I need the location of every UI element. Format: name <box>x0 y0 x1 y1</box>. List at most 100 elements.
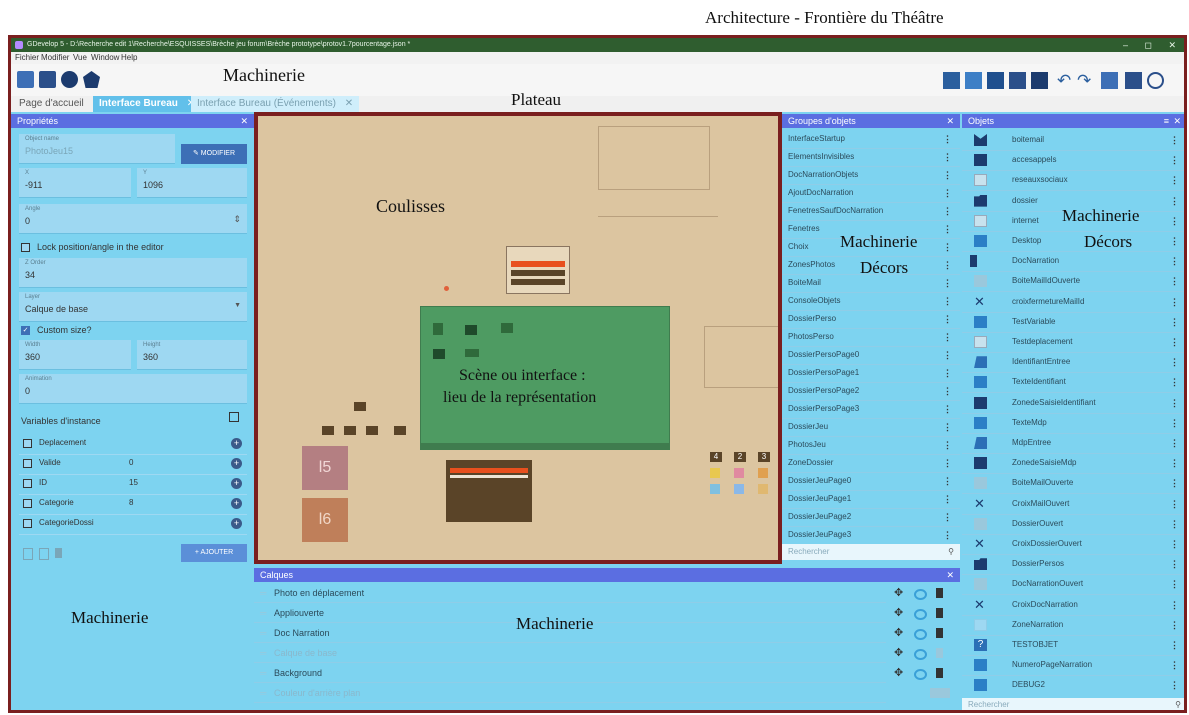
add-child-icon[interactable]: + <box>231 458 242 469</box>
tab-page-accueil[interactable]: Page d'accueil <box>13 96 90 112</box>
scene-list-icon[interactable] <box>39 71 56 88</box>
variable-checkbox[interactable] <box>23 479 32 488</box>
more-options-icon[interactable]: ⋮ <box>1170 393 1179 413</box>
more-options-icon[interactable]: ⋮ <box>1170 473 1179 493</box>
object-list-item[interactable]: TestVariable ⋮ <box>962 312 1184 333</box>
more-options-icon[interactable]: ⋮ <box>943 292 952 310</box>
more-options-icon[interactable]: ⋮ <box>943 328 952 346</box>
group-list-item[interactable]: ZoneDossier ⋮ <box>782 454 960 473</box>
search-icon[interactable]: ⚲ <box>948 544 954 560</box>
object-list-item[interactable]: TexteMdp ⋮ <box>962 413 1184 434</box>
drag-handle-icon[interactable]: ═ <box>260 664 266 682</box>
add-child-icon[interactable]: + <box>231 498 242 509</box>
more-options-icon[interactable]: ⋮ <box>943 346 952 364</box>
more-options-icon[interactable]: ⋮ <box>943 526 952 544</box>
group-list-item[interactable]: ElementsInvisibles ⋮ <box>782 148 960 167</box>
more-options-icon[interactable]: ⋮ <box>943 256 952 274</box>
close-window-button[interactable]: ✕ <box>1168 38 1176 52</box>
object-list-item[interactable]: MdpEntree ⋮ <box>962 433 1184 454</box>
more-options-icon[interactable]: ⋮ <box>1170 635 1179 655</box>
minimize-button[interactable]: – <box>1123 38 1128 52</box>
group-list-item[interactable]: DossierJeuPage2 ⋮ <box>782 508 960 527</box>
more-options-icon[interactable]: ⋮ <box>943 436 952 454</box>
group-list-item[interactable]: ConsoleObjets ⋮ <box>782 292 960 311</box>
more-options-icon[interactable]: ⋮ <box>1170 514 1179 534</box>
group-list-item[interactable]: PhotosJeu ⋮ <box>782 436 960 455</box>
paste-icon[interactable] <box>39 548 49 560</box>
close-tab-icon[interactable]: ✕ <box>345 98 353 109</box>
more-options-icon[interactable]: ⋮ <box>943 220 952 238</box>
object-list-item[interactable]: boitemail ⋮ <box>962 130 1184 151</box>
layer-row[interactable]: ═ Calque de base ✥ <box>254 644 943 663</box>
more-options-icon[interactable]: ⋮ <box>943 274 952 292</box>
more-options-icon[interactable]: ⋮ <box>1170 251 1179 271</box>
more-options-icon[interactable]: ⋮ <box>943 184 952 202</box>
more-options-icon[interactable]: ⋮ <box>1170 494 1179 514</box>
object-list-item[interactable]: BoiteMailOuverte ⋮ <box>962 473 1184 495</box>
more-options-icon[interactable]: ⋮ <box>1170 231 1179 251</box>
lock-checkbox[interactable] <box>21 243 30 252</box>
more-options-icon[interactable]: ⋮ <box>1170 292 1179 312</box>
move-icon[interactable]: ✥ <box>894 584 903 602</box>
object-list-item[interactable]: TexteIdentifiant ⋮ <box>962 372 1184 394</box>
layer-row[interactable]: ═ Couleur d'arrière plan <box>254 684 950 703</box>
add-instance-icon[interactable] <box>943 72 960 89</box>
zoom-icon[interactable] <box>1147 72 1164 89</box>
object-list-item[interactable]: DocNarrationOuvert ⋮ <box>962 574 1184 596</box>
stepper-icon[interactable]: ⇕ <box>233 214 241 225</box>
groups-search[interactable]: Rechercher ⚲ <box>782 544 960 560</box>
zorder-field[interactable]: Z Order 34 <box>19 258 247 288</box>
object-list-item[interactable]: ? TESTOBJET ⋮ <box>962 635 1184 656</box>
group-list-item[interactable]: DossierPersoPage2 ⋮ <box>782 382 960 401</box>
visibility-eye-icon[interactable] <box>914 629 927 640</box>
menu-help[interactable]: Help <box>121 52 137 64</box>
more-options-icon[interactable]: ⋮ <box>943 238 952 256</box>
more-options-icon[interactable]: ⋮ <box>1170 271 1179 291</box>
custom-size-checkbox[interactable]: ✓ <box>21 326 30 335</box>
more-options-icon[interactable]: ⋮ <box>943 148 952 166</box>
object-list-item[interactable]: ✕ CroixDossierOuvert ⋮ <box>962 534 1184 555</box>
object-name-field[interactable]: Object name PhotoJeu15 <box>19 134 175 164</box>
maximize-button[interactable]: ◻ <box>1145 38 1152 52</box>
group-list-item[interactable]: DocNarrationObjets ⋮ <box>782 166 960 185</box>
close-panel-icon[interactable]: ✕ <box>240 114 248 128</box>
group-list-item[interactable]: DossierPersoPage3 ⋮ <box>782 400 960 419</box>
group-list-item[interactable]: DossierJeuPage0 ⋮ <box>782 472 960 491</box>
angle-field[interactable]: Angle 0 ⇕ <box>19 204 247 234</box>
more-options-icon[interactable]: ⋮ <box>943 202 952 220</box>
object-list-item[interactable]: Testdeplacement ⋮ <box>962 332 1184 353</box>
menu-window[interactable]: Window <box>91 52 119 64</box>
trash-icon[interactable] <box>936 648 943 658</box>
more-options-icon[interactable]: ⋮ <box>943 310 952 328</box>
more-options-icon[interactable]: ⋮ <box>943 130 952 148</box>
menu-vue[interactable]: Vue <box>73 52 87 64</box>
add-variable-button[interactable]: + AJOUTER <box>181 544 247 562</box>
height-field[interactable]: Height 360 <box>137 340 247 370</box>
grid-icon[interactable] <box>1125 72 1142 89</box>
move-icon[interactable]: ✥ <box>894 604 903 622</box>
more-options-icon[interactable]: ⋮ <box>1170 433 1179 453</box>
move-icon[interactable]: ✥ <box>894 664 903 682</box>
project-manager-icon[interactable] <box>17 71 34 88</box>
tab-interface-bureau[interactable]: Interface Bureau ✕ <box>93 96 202 112</box>
undo-icon[interactable]: ↶ <box>1057 72 1074 89</box>
y-field[interactable]: Y 1096 <box>137 168 247 198</box>
object-list-item[interactable]: ✕ CroixDocNarration ⋮ <box>962 595 1184 616</box>
object-list-item[interactable]: NumeroPageNarration ⋮ <box>962 655 1184 677</box>
variable-checkbox[interactable] <box>23 459 32 468</box>
more-options-icon[interactable]: ⋮ <box>1170 191 1179 211</box>
preview-settings-icon[interactable] <box>1101 72 1118 89</box>
group-list-item[interactable]: AjoutDocNarration ⋮ <box>782 184 960 203</box>
more-options-icon[interactable]: ⋮ <box>1170 150 1179 170</box>
more-options-icon[interactable]: ⋮ <box>943 490 952 508</box>
object-list-item[interactable]: DossierPersos ⋮ <box>962 554 1184 576</box>
play-icon[interactable] <box>61 71 78 88</box>
group-list-item[interactable]: DossierPerso ⋮ <box>782 310 960 329</box>
object-list-item[interactable]: ✕ CroixMailOuvert ⋮ <box>962 494 1184 515</box>
drag-handle-icon[interactable]: ═ <box>260 624 266 642</box>
add-child-icon[interactable]: + <box>231 438 242 449</box>
x-field[interactable]: X -911 <box>19 168 131 198</box>
menu-fichier[interactable]: Fichier <box>15 52 39 64</box>
object-list-item[interactable]: IdentifiantEntree ⋮ <box>962 352 1184 374</box>
more-options-icon[interactable]: ⋮ <box>1170 554 1179 574</box>
